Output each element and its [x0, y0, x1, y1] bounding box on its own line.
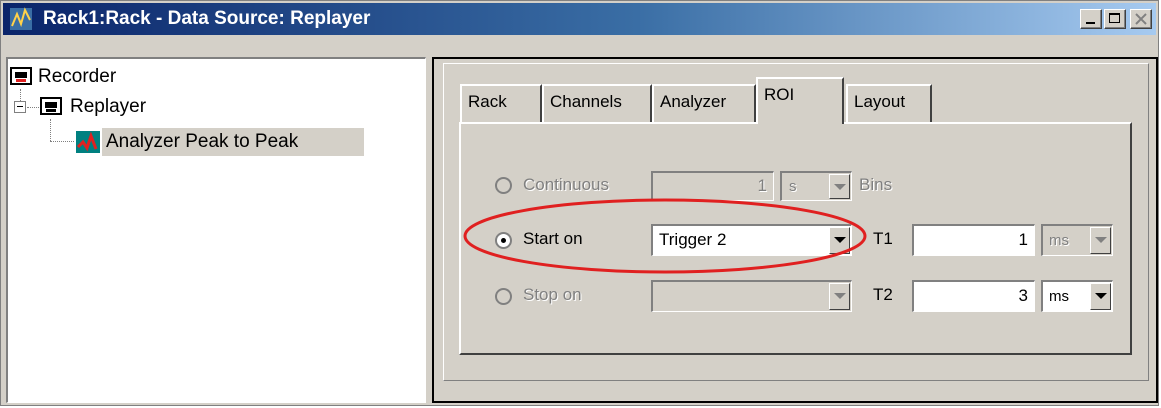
t1-label: T1	[873, 229, 893, 248]
replayer-icon	[40, 97, 62, 115]
t2-label: T2	[873, 285, 893, 304]
highlight-ellipse	[463, 198, 867, 274]
stop-on-radio[interactable]	[495, 288, 512, 305]
continuous-bins-label: Bins	[859, 175, 893, 194]
tab-channels[interactable]: Channels	[542, 84, 652, 122]
t1-unit-select[interactable]: ms	[1041, 224, 1113, 256]
tree-connector	[27, 107, 39, 109]
t2-unit-select[interactable]: ms	[1041, 280, 1113, 312]
chevron-down-icon	[829, 283, 850, 310]
minimize-button[interactable]	[1080, 9, 1102, 29]
t2-value-field[interactable]: 3	[912, 280, 1035, 312]
stop-on-select[interactable]	[651, 280, 852, 312]
chevron-down-icon	[1090, 227, 1111, 254]
app-icon	[10, 7, 32, 30]
tab-rack[interactable]: Rack	[460, 84, 542, 122]
tab-layout[interactable]: Layout	[846, 84, 932, 122]
chevron-down-icon	[1090, 283, 1111, 310]
recorder-icon	[10, 67, 32, 85]
tree-item-recorder[interactable]: Recorder	[38, 66, 116, 88]
t1-value-field[interactable]: 1	[912, 224, 1035, 256]
tab-roi[interactable]: ROI	[756, 77, 844, 124]
analyzer-icon	[76, 131, 100, 153]
title-bar[interactable]: Rack1:Rack - Data Source: Replayer	[3, 3, 1156, 35]
tab-analyzer[interactable]: Analyzer	[652, 84, 756, 122]
continuous-label: Continuous	[523, 175, 610, 194]
tree-connector	[50, 119, 52, 141]
continuous-radio[interactable]	[495, 177, 512, 194]
source-tree[interactable]: Recorder Replayer Analyzer Peak to Peak	[6, 57, 426, 403]
stop-on-label: Stop on	[523, 285, 582, 304]
tree-item-analyzer-peak-to-peak[interactable]: Analyzer Peak to Peak	[106, 131, 298, 153]
tree-connector	[50, 141, 74, 143]
tree-item-replayer[interactable]: Replayer	[70, 96, 146, 118]
close-icon	[1135, 13, 1147, 25]
window-title: Rack1:Rack - Data Source: Replayer	[43, 8, 371, 29]
maximize-button[interactable]	[1104, 9, 1126, 29]
close-button[interactable]	[1130, 9, 1152, 29]
collapse-icon[interactable]	[14, 101, 26, 113]
